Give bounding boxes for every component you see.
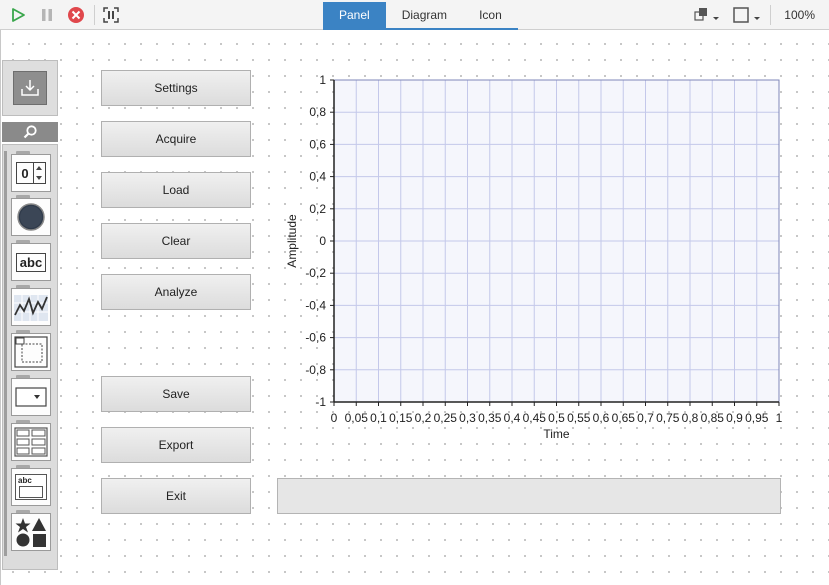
y-tick-label: 0 xyxy=(319,234,326,248)
y-tick-label: -1 xyxy=(315,395,326,409)
x-tick-label: 0,95 xyxy=(745,411,769,425)
y-tick-label: 0,6 xyxy=(309,137,326,151)
exit-button[interactable]: Exit xyxy=(101,478,251,514)
container-icon xyxy=(11,333,51,371)
palette-item-graph[interactable] xyxy=(11,285,51,326)
tab-icon[interactable]: Icon xyxy=(463,2,518,28)
string-indicator-glyph: abc xyxy=(18,476,32,485)
x-tick-label: 1 xyxy=(776,411,783,425)
palette-item-container[interactable] xyxy=(11,330,51,371)
save-button[interactable]: Save xyxy=(101,376,251,412)
x-tick-label: 0,9 xyxy=(726,411,743,425)
y-tick-label: -0,2 xyxy=(305,266,326,280)
string-glyph: abc xyxy=(15,252,47,272)
tab-panel[interactable]: Panel xyxy=(323,2,386,28)
play-icon[interactable] xyxy=(8,5,28,25)
load-button[interactable]: Load xyxy=(101,172,251,208)
palette-item-ring[interactable] xyxy=(11,375,51,416)
search-icon xyxy=(23,125,37,139)
palette-search-button[interactable] xyxy=(2,122,58,142)
highlight-icon[interactable] xyxy=(101,5,121,25)
resize-tool-button[interactable] xyxy=(731,5,763,25)
x-tick-label: 0,15 xyxy=(389,411,413,425)
string-control-icon: abc xyxy=(11,243,51,281)
y-tick-label: 0,4 xyxy=(309,170,326,184)
view-tabs: Panel Diagram Icon xyxy=(323,2,518,30)
x-tick-label: 0,2 xyxy=(415,411,432,425)
toolbar-separator xyxy=(770,5,771,25)
numeric-glyph: 0 xyxy=(21,165,29,181)
y-tick-label: 1 xyxy=(319,73,326,87)
toolbar-separator xyxy=(94,5,95,25)
y-tick-label: -0,8 xyxy=(305,363,326,377)
palette-item-list[interactable] xyxy=(11,420,51,461)
x-tick-label: 0,65 xyxy=(612,411,636,425)
x-tick-label: 0,6 xyxy=(593,411,610,425)
place-control-button[interactable] xyxy=(2,60,58,116)
palette-item-string-indicator[interactable]: abc xyxy=(11,465,51,506)
status-indicator xyxy=(277,478,781,514)
palette-item-string[interactable]: abc xyxy=(11,240,51,281)
zoom-level[interactable]: 100% xyxy=(784,0,815,30)
x-tick-label: 0,8 xyxy=(682,411,699,425)
x-tick-label: 0,55 xyxy=(567,411,591,425)
y-axis-label: Amplitude xyxy=(285,214,299,268)
x-axis-label: Time xyxy=(543,427,570,441)
y-tick-label: 0,8 xyxy=(309,105,326,119)
shapes-icon xyxy=(11,513,51,551)
pause-icon[interactable] xyxy=(37,5,57,25)
x-tick-label: 0,35 xyxy=(478,411,502,425)
analyze-button[interactable]: Analyze xyxy=(101,274,251,310)
x-tick-label: 0,25 xyxy=(434,411,458,425)
x-tick-label: 0,75 xyxy=(656,411,680,425)
y-tick-label: -0,4 xyxy=(305,298,326,312)
x-tick-label: 0 xyxy=(331,411,338,425)
y-tick-label: -0,6 xyxy=(305,331,326,345)
table-icon xyxy=(11,423,51,461)
y-tick-label: 0,2 xyxy=(309,202,326,216)
numeric-control-icon: 0 xyxy=(11,154,51,192)
stop-icon[interactable] xyxy=(66,5,86,25)
x-tick-label: 0,45 xyxy=(523,411,547,425)
settings-button[interactable]: Settings xyxy=(101,70,251,106)
led-icon xyxy=(11,198,51,236)
x-tick-label: 0,1 xyxy=(370,411,387,425)
palette-item-decorations[interactable] xyxy=(11,510,51,551)
x-tick-label: 0,7 xyxy=(637,411,654,425)
tab-diagram[interactable]: Diagram xyxy=(386,2,463,28)
string-indicator-icon: abc xyxy=(11,468,51,506)
waveform-graph[interactable]: 10,80,60,40,20-0,2-0,4-0,6-0,8-10 0,05 0,1… xyxy=(276,70,788,450)
palette-item-boolean[interactable] xyxy=(11,195,51,236)
graph-icon xyxy=(11,288,51,326)
palette-scrollbar[interactable] xyxy=(4,151,7,556)
palette-item-numeric[interactable]: 0 xyxy=(11,151,51,192)
acquire-button[interactable]: Acquire xyxy=(101,121,251,157)
palette-list: 0 abc abc xyxy=(2,144,58,570)
dropdown-icon xyxy=(11,378,51,416)
x-tick-label: 0,3 xyxy=(459,411,476,425)
download-icon xyxy=(13,71,47,105)
export-button[interactable]: Export xyxy=(101,427,251,463)
x-tick-label: 0,85 xyxy=(701,411,725,425)
align-tool-button[interactable] xyxy=(692,5,722,25)
toolbar: Panel Diagram Icon 100% xyxy=(0,0,829,30)
x-tick-label: 0,5 xyxy=(548,411,565,425)
x-tick-label: 0,4 xyxy=(504,411,521,425)
x-tick-label: 0,05 xyxy=(345,411,369,425)
clear-button[interactable]: Clear xyxy=(101,223,251,259)
